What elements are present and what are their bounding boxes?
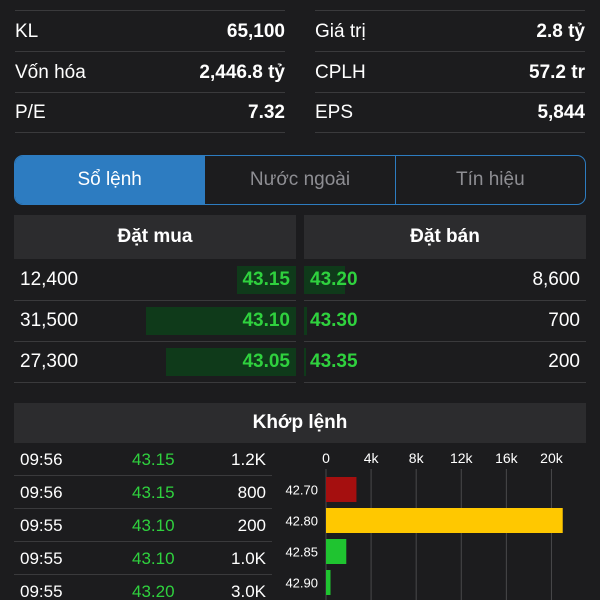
buy-row: 27,300 43.05 (14, 342, 296, 383)
buy-volume: 12,400 (20, 269, 79, 290)
divider (315, 10, 585, 11)
sell-row: 43.30 700 (304, 301, 586, 342)
volume-bar (326, 508, 563, 533)
buy-row: 12,400 43.15 (14, 260, 296, 301)
buy-price: 43.15 (242, 269, 290, 290)
stat-value: 2.8 tỷ (536, 20, 585, 42)
volume-bar (326, 477, 357, 502)
stat-volume: KL 65,100 (15, 12, 285, 52)
volume-chart-svg: 04k8k12k16k20k42.7042.8042.8542.9042.95 (285, 450, 564, 600)
stat-label: CPLH (315, 61, 366, 83)
sell-volume: 8,600 (532, 269, 580, 290)
buy-row: 31,500 43.10 (14, 301, 296, 342)
trade-volume: 3.0K (231, 582, 266, 600)
x-tick-label: 12k (450, 450, 474, 466)
divider (15, 10, 285, 11)
sell-row: 43.35 200 (304, 342, 586, 383)
trade-row: 09:56 43.15 800 (14, 476, 272, 509)
trade-volume: 800 (237, 483, 266, 502)
tab-signals[interactable]: Tín hiệu (394, 156, 585, 204)
x-tick-label: 8k (409, 450, 425, 466)
segmented-tabs: Sổ lệnh Nước ngoài Tín hiệu (14, 155, 586, 205)
trade-price: 43.20 (132, 582, 175, 600)
stat-value-traded: Giá trị 2.8 tỷ (315, 12, 585, 52)
y-category-label: 42.90 (285, 576, 318, 591)
trade-time: 09:55 (20, 516, 63, 535)
trade-row: 09:56 43.15 1.2K (14, 443, 272, 476)
trade-price: 43.10 (132, 516, 175, 535)
trade-volume: 1.0K (231, 549, 266, 568)
buy-volume: 27,300 (20, 351, 79, 372)
trade-price: 43.15 (132, 483, 175, 502)
trade-row: 09:55 43.20 3.0K (14, 575, 272, 600)
stat-shares-outstanding: CPLH 57.2 tr (315, 53, 585, 93)
y-category-label: 42.70 (285, 483, 318, 498)
trade-time: 09:55 (20, 549, 63, 568)
trade-price: 43.15 (132, 450, 175, 469)
trade-volume: 200 (237, 516, 266, 535)
stat-value: 65,100 (226, 20, 285, 42)
trade-price: 43.10 (132, 549, 175, 568)
stat-value: 2,446.8 tỷ (199, 61, 285, 83)
buy-price: 43.05 (242, 351, 290, 372)
stat-market-cap: Vốn hóa 2,446.8 tỷ (15, 53, 285, 93)
trade-row: 09:55 43.10 1.0K (14, 542, 272, 575)
volume-bar (326, 570, 331, 595)
volume-by-price-chart: 04k8k12k16k20k42.7042.8042.8542.9042.95 (276, 445, 586, 600)
stat-eps: EPS 5,844 (315, 93, 585, 133)
trade-time: 09:56 (20, 450, 63, 469)
trade-volume: 1.2K (231, 450, 266, 469)
buy-price: 43.10 (242, 310, 290, 331)
buy-volume: 31,500 (20, 310, 79, 331)
x-tick-label: 20k (540, 450, 564, 466)
stat-label: Vốn hóa (15, 61, 86, 83)
y-category-label: 42.85 (285, 545, 318, 560)
stock-stats: KL 65,100 Vốn hóa 2,446.8 tỷ P/E 7.32 Gi… (0, 0, 600, 134)
trade-time: 09:55 (20, 582, 63, 600)
matched-orders-header: Khớp lệnh (14, 403, 586, 443)
tab-foreign[interactable]: Nước ngoài (204, 156, 394, 204)
sell-volume: 200 (548, 351, 580, 372)
x-tick-label: 4k (364, 450, 380, 466)
sell-volume: 700 (548, 310, 580, 331)
stat-label: EPS (315, 101, 354, 123)
x-tick-label: 16k (495, 450, 519, 466)
tab-order-book[interactable]: Sổ lệnh (15, 156, 205, 204)
sell-price: 43.30 (310, 310, 358, 331)
y-category-label: 42.80 (285, 514, 318, 529)
stat-label: P/E (15, 101, 46, 123)
buy-header: Đặt mua (14, 215, 296, 259)
sell-header: Đặt bán (304, 215, 586, 259)
stat-label: KL (15, 20, 39, 42)
stat-value: 5,844 (537, 101, 585, 123)
stat-value: 57.2 tr (529, 61, 585, 83)
sell-row: 43.20 8,600 (304, 260, 586, 301)
sell-price: 43.20 (310, 269, 358, 290)
stat-pe: P/E 7.32 (15, 93, 285, 133)
sell-price: 43.35 (310, 351, 358, 372)
volume-bar (326, 539, 347, 564)
stat-value: 7.32 (248, 101, 285, 123)
trade-row: 09:55 43.10 200 (14, 509, 272, 542)
x-tick-label: 0 (322, 450, 330, 466)
sell-volume-bar (304, 348, 306, 376)
stat-label: Giá trị (315, 20, 366, 42)
trade-time: 09:56 (20, 483, 63, 502)
sell-volume-bar (304, 307, 308, 335)
